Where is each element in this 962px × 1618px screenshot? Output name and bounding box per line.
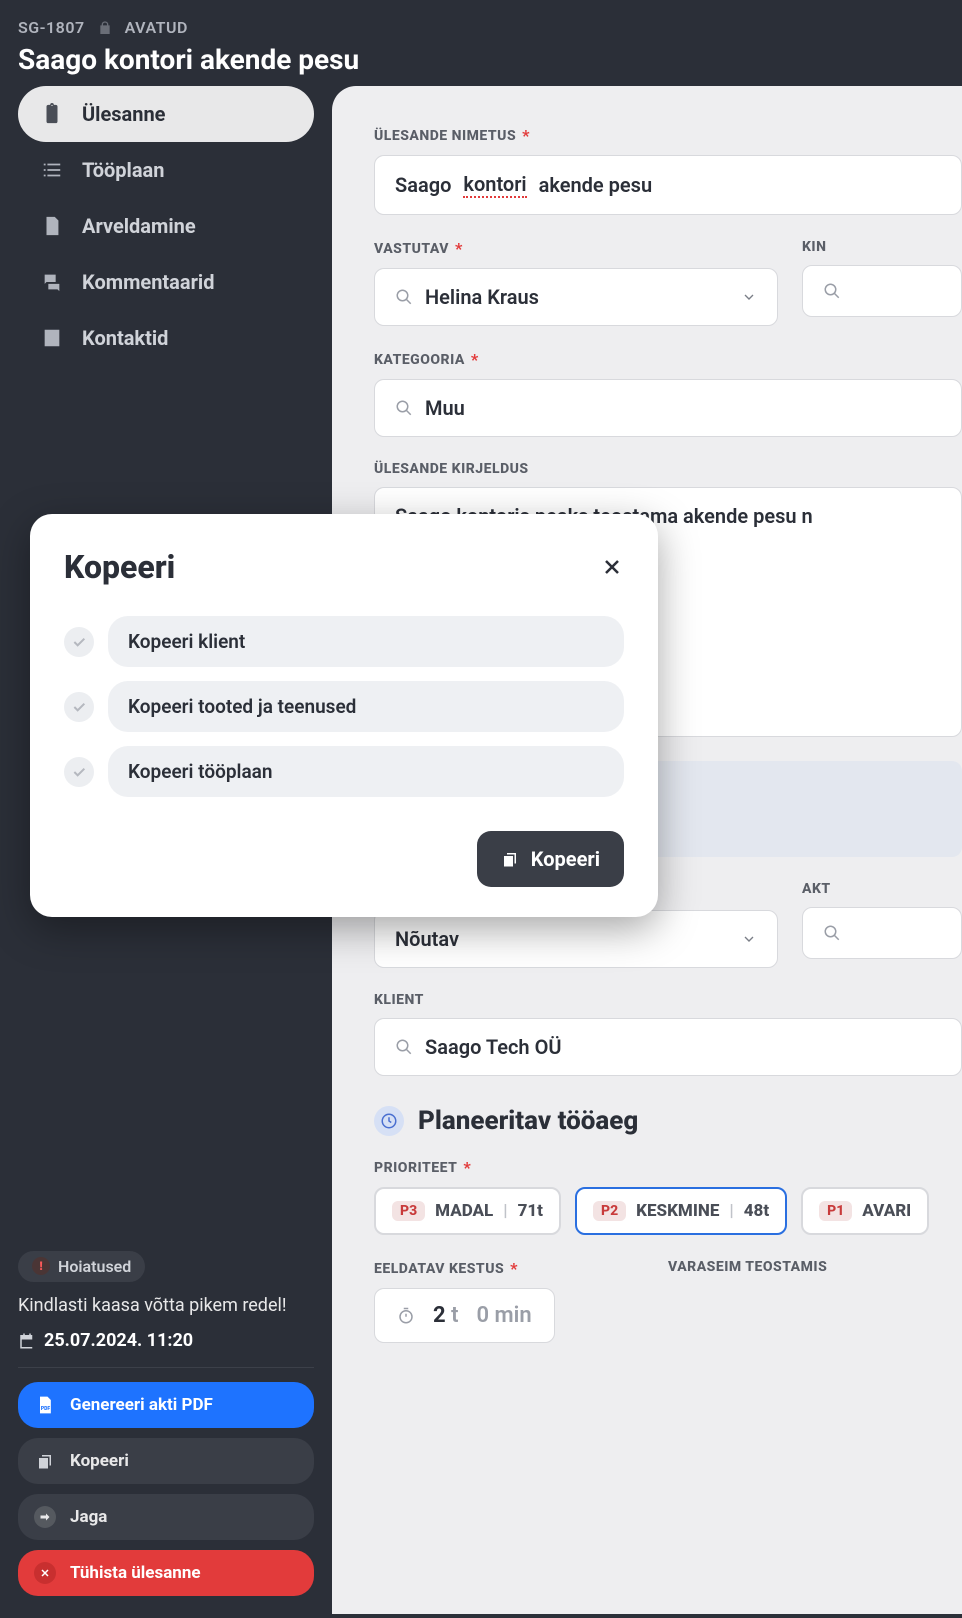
category-value: Muu	[425, 396, 465, 420]
warnings-label: Hoiatused	[58, 1257, 131, 1276]
priority-p1[interactable]: P1 AVARI	[801, 1187, 929, 1235]
priority-time: 71t	[518, 1201, 543, 1221]
priority-code: P2	[593, 1201, 626, 1221]
generate-pdf-button[interactable]: PDF Genereeri akti PDF	[18, 1382, 314, 1428]
nav-label: Arveldamine	[82, 214, 196, 238]
akt-select[interactable]	[802, 907, 962, 959]
nav-task[interactable]: Ülesanne	[18, 86, 314, 142]
copy-modal: Kopeeri Kopeeri klient Kopeeri tooted ja…	[30, 514, 658, 917]
priority-code: P3	[392, 1201, 425, 1221]
label-description: ÜLESANDE KIRJELDUS	[374, 461, 529, 477]
nav-label: Tööplaan	[82, 158, 164, 182]
priority-name: MADAL	[435, 1201, 493, 1221]
warning-date: 25.07.2024. 11:20	[18, 1330, 314, 1351]
alert-icon: !	[32, 1257, 50, 1275]
button-label: Genereeri akti PDF	[70, 1395, 213, 1415]
clock-icon	[374, 1106, 404, 1136]
button-label: Jaga	[70, 1507, 107, 1527]
button-label: Kopeeri	[70, 1451, 129, 1471]
document-icon	[40, 214, 64, 238]
cancel-task-button[interactable]: Tühista ülesanne	[18, 1550, 314, 1596]
client-select[interactable]: Saago Tech OÜ	[374, 1018, 962, 1076]
confirm-value: Nõutav	[395, 927, 459, 951]
label-kin: KIN	[802, 239, 826, 255]
copy-option-client[interactable]: Kopeeri klient	[64, 616, 624, 667]
copy-option-workplan[interactable]: Kopeeri tööplaan	[64, 746, 624, 797]
nav-contacts[interactable]: Kontaktid	[18, 310, 314, 366]
warning-text: Kindlasti kaasa võtta pikem redel!	[18, 1294, 314, 1318]
option-label: Kopeeri tooted ja teenused	[108, 681, 624, 732]
calendar-icon	[18, 1332, 36, 1350]
nav-comments[interactable]: Kommentaarid	[18, 254, 314, 310]
button-label: Kopeeri	[531, 847, 600, 871]
priority-p2[interactable]: P2 KESKMINE | 48t	[575, 1187, 787, 1235]
copy-icon	[34, 1450, 56, 1472]
checklist-icon	[40, 158, 64, 182]
task-status: AVATUD	[125, 18, 188, 37]
check-icon	[64, 627, 94, 657]
label-task-name: ÜLESANDE NIMETUS	[374, 128, 516, 144]
header: SG-1807 AVATUD Saago kontori akende pesu	[0, 0, 962, 86]
modal-copy-button[interactable]: Kopeeri	[477, 831, 624, 887]
clipboard-icon	[40, 102, 64, 126]
priority-code: P1	[819, 1201, 852, 1221]
priority-name: AVARI	[862, 1201, 911, 1221]
check-icon	[64, 757, 94, 787]
responsible-value: Helina Kraus	[425, 285, 539, 309]
warnings-section: ! Hoiatused Kindlasti kaasa võtta pikem …	[18, 1241, 314, 1368]
label-earliest: VARASEIM TEOSTAMIS	[668, 1259, 827, 1275]
confirm-select[interactable]: Nõutav	[374, 910, 778, 968]
timer-icon	[397, 1307, 415, 1325]
search-icon	[395, 1038, 413, 1056]
label-client: KLIENT	[374, 992, 424, 1008]
section-planned-time: Planeeritav tööaeg	[374, 1106, 962, 1136]
nav-billing[interactable]: Arveldamine	[18, 198, 314, 254]
label-responsible: VASTUTAV	[374, 241, 449, 257]
page-title: Saago kontori akende pesu	[18, 43, 944, 76]
check-icon	[64, 692, 94, 722]
label-category: KATEGOORIA	[374, 352, 465, 368]
close-icon	[34, 1562, 56, 1584]
search-icon	[823, 924, 841, 942]
priority-name: KESKMINE	[636, 1201, 719, 1221]
comments-icon	[40, 270, 64, 294]
copy-icon	[501, 850, 519, 868]
priority-p3[interactable]: P3 MADAL | 71t	[374, 1187, 561, 1235]
nav-label: Ülesanne	[82, 102, 165, 126]
copy-option-products[interactable]: Kopeeri tooted ja teenused	[64, 681, 624, 732]
task-name-input[interactable]: Saago kontori akende pesu	[374, 155, 962, 215]
chevron-down-icon	[741, 289, 757, 305]
responsible-select[interactable]: Helina Kraus	[374, 268, 778, 326]
copy-button[interactable]: Kopeeri	[18, 1438, 314, 1484]
svg-text:PDF: PDF	[41, 1406, 50, 1412]
label-akt: AKT	[802, 881, 831, 897]
category-select[interactable]: Muu	[374, 379, 962, 437]
nav-workplan[interactable]: Tööplaan	[18, 142, 314, 198]
label-duration: EELDATAV KESTUS	[374, 1261, 504, 1277]
search-icon	[395, 288, 413, 306]
button-label: Tühista ülesanne	[70, 1563, 201, 1583]
duration-input[interactable]: 2 t 0 min	[374, 1288, 555, 1343]
nav-label: Kommentaarid	[82, 270, 214, 294]
share-icon	[34, 1506, 56, 1528]
label-priority: PRIORITEET	[374, 1160, 457, 1176]
client-value: Saago Tech OÜ	[425, 1035, 562, 1059]
task-code: SG-1807	[18, 18, 85, 37]
chevron-down-icon	[741, 931, 757, 947]
nav-label: Kontaktid	[82, 326, 168, 350]
pdf-icon: PDF	[34, 1394, 56, 1416]
warnings-badge: ! Hoiatused	[18, 1251, 145, 1282]
close-icon[interactable]	[600, 555, 624, 579]
share-button[interactable]: Jaga	[18, 1494, 314, 1540]
modal-title: Kopeeri	[64, 548, 175, 586]
search-icon	[395, 399, 413, 417]
option-label: Kopeeri tööplaan	[108, 746, 624, 797]
contact-icon	[40, 326, 64, 350]
priority-time: 48t	[744, 1201, 769, 1221]
lock-icon	[97, 20, 113, 36]
option-label: Kopeeri klient	[108, 616, 624, 667]
kin-select[interactable]	[802, 265, 962, 317]
search-icon	[823, 282, 841, 300]
